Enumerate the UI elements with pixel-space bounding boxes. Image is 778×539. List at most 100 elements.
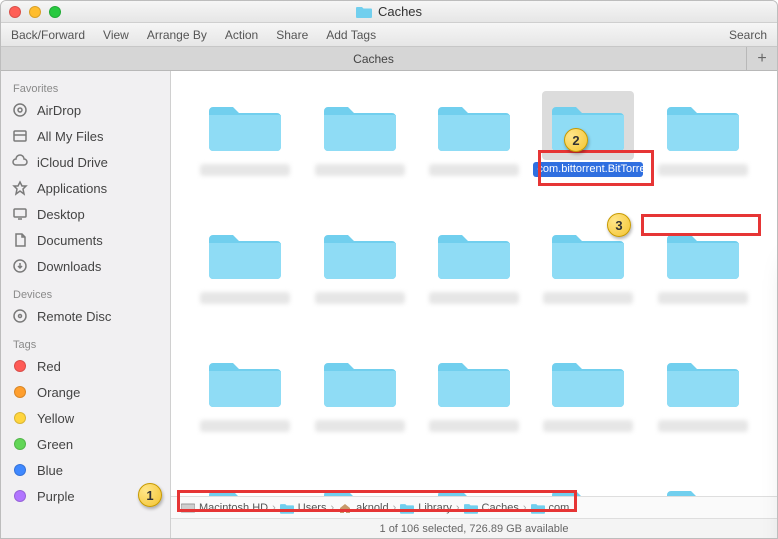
icon-grid[interactable]: com.bittorrent.BitTorrent: [171, 71, 777, 496]
path-item-library[interactable]: Library: [400, 502, 452, 514]
arrange-by-button[interactable]: Arrange By: [147, 28, 207, 42]
folder-icon: [552, 351, 624, 409]
desktop-icon: [11, 205, 29, 223]
sidebar-item-icloud-drive[interactable]: iCloud Drive: [1, 149, 170, 175]
path-item-label: Library: [418, 502, 452, 514]
sidebar-item-label: All My Files: [37, 129, 103, 144]
minimize-icon[interactable]: [29, 6, 41, 18]
folder-label-blurred: [543, 292, 633, 304]
folder-item[interactable]: [303, 475, 415, 496]
sidebar-item-downloads[interactable]: Downloads: [1, 253, 170, 279]
folder-selected[interactable]: com.bittorrent.BitTorrent: [532, 91, 644, 211]
folder-item[interactable]: [532, 219, 644, 339]
sidebar-item-label: Green: [37, 437, 73, 452]
sidebar-tag-yellow[interactable]: Yellow: [1, 405, 170, 431]
folder-item[interactable]: [647, 91, 759, 211]
folder-icon: [324, 351, 396, 409]
folder-item[interactable]: [303, 347, 415, 467]
path-item-users[interactable]: Users: [280, 502, 327, 514]
disc-icon: [11, 307, 29, 325]
folder-label-blurred: [315, 164, 405, 176]
folder-icon: [531, 502, 545, 514]
sidebar-header-favorites: Favorites: [1, 79, 170, 97]
share-button[interactable]: Share: [276, 28, 308, 42]
folder-label-blurred: [200, 420, 290, 432]
folder-item[interactable]: [647, 219, 759, 339]
path-bar[interactable]: Macintosh HD›Users›aknold›Library›Caches…: [171, 496, 777, 518]
folder-item[interactable]: [303, 91, 415, 211]
folder-item[interactable]: [418, 91, 530, 211]
folder-item[interactable]: [189, 219, 301, 339]
folder-item[interactable]: [189, 91, 301, 211]
folder-label-blurred: [429, 420, 519, 432]
folder-item[interactable]: [532, 347, 644, 467]
chevron-right-icon: ›: [393, 502, 397, 514]
sidebar-tag-blue[interactable]: Blue: [1, 457, 170, 483]
folder-icon: [400, 502, 414, 514]
sidebar-item-all-my-files[interactable]: All My Files: [1, 123, 170, 149]
folder-label-blurred: [200, 292, 290, 304]
tag-dot-icon: [14, 386, 26, 398]
folder-label-blurred: [658, 420, 748, 432]
folder-item[interactable]: [647, 347, 759, 467]
path-item-aknold[interactable]: aknold: [338, 502, 388, 514]
sidebar-item-applications[interactable]: Applications: [1, 175, 170, 201]
tag-dot-icon: [14, 360, 26, 372]
folder-item[interactable]: [189, 475, 301, 496]
folder-icon: [667, 95, 739, 153]
chevron-right-icon: ›: [272, 502, 276, 514]
folder-icon: [552, 95, 624, 153]
folder-icon: [667, 351, 739, 409]
tag-dot-icon: [14, 412, 26, 424]
folder-icon: [438, 95, 510, 153]
tab-bar: Caches +: [1, 47, 777, 71]
folder-label-blurred: [658, 164, 748, 176]
sidebar-tag-green[interactable]: Green: [1, 431, 170, 457]
sidebar-item-label: Downloads: [37, 259, 101, 274]
close-icon[interactable]: [9, 6, 21, 18]
sidebar-tag-purple[interactable]: Purple: [1, 483, 170, 509]
status-bar: 1 of 106 selected, 726.89 GB available: [171, 518, 777, 538]
folder-item[interactable]: [418, 347, 530, 467]
chevron-right-icon: ›: [456, 502, 460, 514]
sidebar-header-tags: Tags: [1, 335, 170, 353]
titlebar[interactable]: Caches: [1, 1, 777, 23]
folder-item[interactable]: [532, 475, 644, 496]
folder-item[interactable]: [418, 219, 530, 339]
sidebar-item-remote-disc[interactable]: Remote Disc: [1, 303, 170, 329]
folder-label-blurred: [429, 164, 519, 176]
folder-item[interactable]: [303, 219, 415, 339]
path-item-macintosh-hd[interactable]: Macintosh HD: [181, 502, 268, 514]
sidebar-item-label: Documents: [37, 233, 103, 248]
chevron-right-icon: ›: [330, 502, 334, 514]
sidebar-item-label: Blue: [37, 463, 63, 478]
folder-item[interactable]: [189, 347, 301, 467]
finder-window: Caches Back/Forward View Arrange By Acti…: [0, 0, 778, 539]
path-item-caches[interactable]: Caches: [464, 502, 519, 514]
search-button[interactable]: Search: [729, 28, 767, 42]
folder-icon: [356, 5, 372, 18]
folder-item[interactable]: [647, 475, 759, 496]
folder-icon: [324, 479, 396, 496]
sidebar-item-label: Desktop: [37, 207, 85, 222]
add-tags-button[interactable]: Add Tags: [326, 28, 376, 42]
folder-icon: [209, 479, 281, 496]
sidebar-tag-orange[interactable]: Orange: [1, 379, 170, 405]
back-forward-button[interactable]: Back/Forward: [11, 28, 85, 42]
tab-caches[interactable]: Caches: [1, 47, 747, 70]
sidebar-item-airdrop[interactable]: AirDrop: [1, 97, 170, 123]
folder-item[interactable]: [418, 475, 530, 496]
folder-label-blurred: [315, 420, 405, 432]
sidebar-item-desktop[interactable]: Desktop: [1, 201, 170, 227]
action-button[interactable]: Action: [225, 28, 258, 42]
new-tab-button[interactable]: +: [747, 47, 777, 70]
documents-icon: [11, 231, 29, 249]
maximize-icon[interactable]: [49, 6, 61, 18]
path-item-com.[interactable]: com.: [531, 502, 573, 514]
downloads-icon: [11, 257, 29, 275]
sidebar-item-documents[interactable]: Documents: [1, 227, 170, 253]
sidebar-tag-red[interactable]: Red: [1, 353, 170, 379]
sidebar-header-devices: Devices: [1, 285, 170, 303]
view-button[interactable]: View: [103, 28, 129, 42]
folder-label-blurred: [315, 292, 405, 304]
